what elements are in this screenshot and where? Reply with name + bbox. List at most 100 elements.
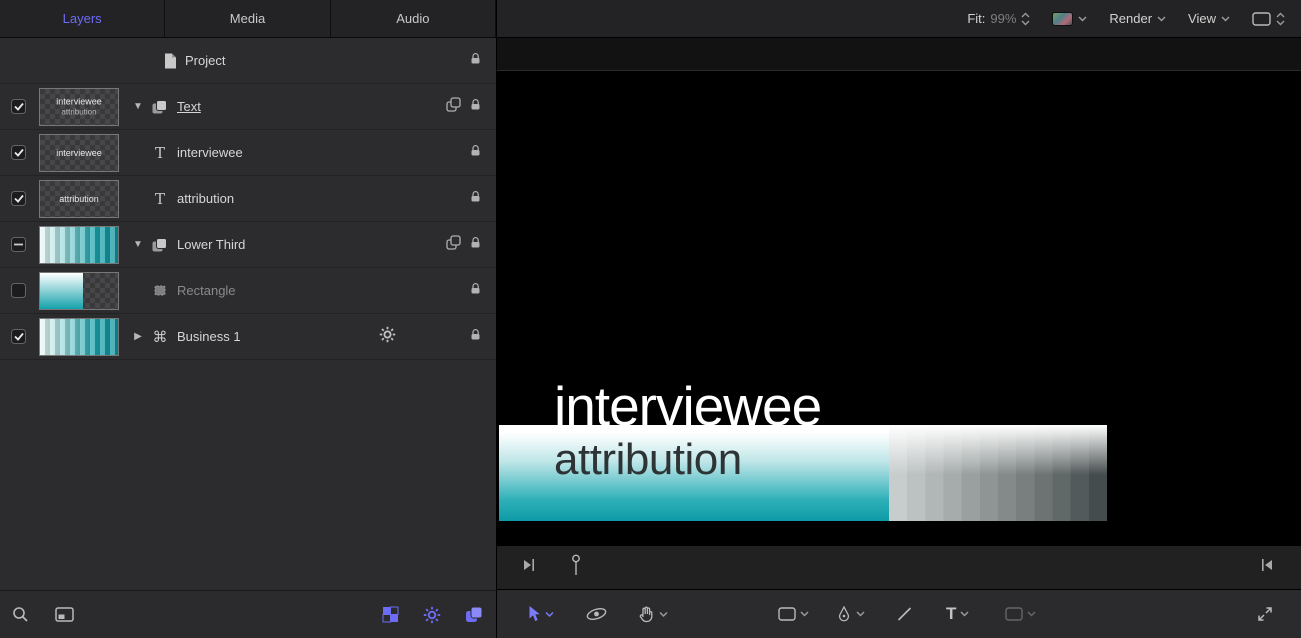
stepper-icon	[1276, 12, 1285, 26]
checkbox-text-group[interactable]	[11, 99, 26, 114]
thumb-text-line1: interviewee	[56, 96, 102, 106]
render-label: Render	[1109, 11, 1152, 26]
channels-swatch-icon	[1052, 12, 1073, 26]
channels-swatch-dropdown[interactable]	[1052, 12, 1087, 26]
group-icon	[151, 100, 169, 114]
row-rectangle[interactable]: ▶ Rectangle	[0, 268, 496, 314]
bezier-tool[interactable]	[836, 606, 865, 622]
thumbnail-interviewee[interactable]: interviewee	[39, 134, 119, 172]
display-layout-control[interactable]	[1252, 12, 1285, 26]
tab-layers[interactable]: Layers	[0, 0, 165, 37]
lock-icon[interactable]	[470, 52, 481, 70]
checkbox-attribution[interactable]	[11, 191, 26, 206]
select-tool[interactable]	[528, 606, 554, 623]
row-attribution[interactable]: attribution ▶ T attribution	[0, 176, 496, 222]
checkbox-rectangle[interactable]	[11, 283, 26, 298]
chevron-down-icon	[1157, 16, 1166, 22]
chevron-down-icon	[545, 611, 554, 617]
checkbox-lower-third[interactable]	[11, 237, 26, 252]
app-window: Layers Media Audio Project	[0, 0, 1301, 638]
project-label: Project	[185, 53, 225, 68]
shape-layer-icon	[151, 284, 169, 297]
thumbnail-business-1[interactable]	[39, 318, 119, 356]
lock-icon[interactable]	[470, 282, 481, 300]
canvas-subtitle-text[interactable]: attribution	[554, 435, 742, 485]
fit-label: Fit:	[967, 11, 985, 26]
thumbnail-view-icon[interactable]	[55, 607, 74, 622]
text-layer-icon: T	[151, 144, 169, 162]
chevron-down-icon	[1027, 611, 1036, 617]
show-layers-pane-icon[interactable]	[465, 606, 484, 623]
orbit-icon	[585, 605, 608, 624]
view-menu[interactable]: View	[1188, 11, 1230, 26]
fit-zoom-control[interactable]: Fit: 99%	[967, 11, 1030, 26]
group-mode-icon[interactable]	[446, 97, 461, 117]
transparency-grid-icon[interactable]	[382, 606, 399, 623]
zoom-value: 99%	[990, 11, 1016, 26]
chevron-down-icon	[659, 611, 668, 617]
lock-icon[interactable]	[470, 144, 481, 162]
lock-icon[interactable]	[470, 190, 481, 208]
display-icon	[1252, 12, 1271, 26]
row-lower-third[interactable]: ▼ Lower Third	[0, 222, 496, 268]
row-interviewee[interactable]: interviewee ▶ T interviewee	[0, 130, 496, 176]
thumb-text: interviewee	[40, 148, 118, 158]
hand-icon	[638, 606, 655, 623]
render-menu[interactable]: Render	[1109, 11, 1166, 26]
text-tool[interactable]: T	[946, 604, 969, 624]
thumb-text-line2: attribution	[61, 107, 96, 116]
chevron-down-icon	[800, 611, 809, 617]
lock-icon[interactable]	[470, 98, 481, 116]
checkbox-business-1[interactable]	[11, 329, 26, 344]
group-mode-icon[interactable]	[446, 235, 461, 255]
expand-arrows-icon	[1257, 606, 1273, 622]
generator-icon: ⌘	[151, 328, 169, 346]
line-tool[interactable]	[897, 607, 912, 622]
shape-style-icon	[1005, 607, 1023, 621]
thumbnail-rectangle[interactable]	[39, 272, 119, 310]
thumbnail-text-group[interactable]: intervieweeattribution	[39, 88, 119, 126]
playhead-marker[interactable]	[571, 554, 581, 581]
pan-tool[interactable]	[638, 606, 668, 623]
tab-media[interactable]: Media	[165, 0, 330, 37]
search-icon[interactable]	[12, 606, 29, 623]
lock-icon[interactable]	[470, 236, 481, 254]
transform-3d-tool[interactable]	[585, 605, 608, 624]
chevron-down-icon	[1078, 16, 1087, 22]
play-range-out-marker[interactable]	[1261, 558, 1273, 577]
layers-list: Project intervieweeattribution ▼ Text	[0, 38, 496, 590]
tab-audio[interactable]: Audio	[331, 0, 496, 37]
view-label: View	[1188, 11, 1216, 26]
text-tool-icon: T	[946, 604, 956, 624]
canvas-viewport[interactable]: interviewee attribution	[497, 38, 1301, 545]
play-range-in-marker[interactable]	[523, 558, 535, 577]
thumbnail-lower-third[interactable]	[39, 226, 119, 264]
viewer-toolbar: Fit: 99% Render View	[497, 0, 1301, 38]
layers-panel: Layers Media Audio Project	[0, 0, 497, 638]
lock-icon[interactable]	[470, 328, 481, 346]
published-parameters-gear-icon[interactable]	[379, 326, 396, 348]
disclosure-closed-icon[interactable]: ▶	[131, 331, 145, 342]
checkbox-interviewee[interactable]	[11, 145, 26, 160]
action-gear-icon[interactable]	[423, 606, 441, 624]
mini-timeline[interactable]	[497, 545, 1301, 590]
disclosure-open-icon[interactable]: ▼	[131, 101, 145, 112]
row-text-group[interactable]: intervieweeattribution ▼ Text	[0, 84, 496, 130]
chevron-down-icon	[960, 611, 969, 617]
layers-panel-footer	[0, 590, 496, 638]
thumbnail-attribution[interactable]: attribution	[39, 180, 119, 218]
line-icon	[897, 607, 912, 622]
shape-style-dropdown[interactable]	[1005, 607, 1036, 621]
layer-label-rectangle: Rectangle	[177, 283, 236, 298]
viewer-area: Fit: 99% Render View inter	[497, 0, 1301, 638]
row-business-1[interactable]: ▶ ⌘ Business 1	[0, 314, 496, 360]
canvas-lower-third-graphic[interactable]: attribution	[499, 425, 1107, 521]
rectangle-tool[interactable]	[778, 607, 809, 621]
expand-view-button[interactable]	[1257, 606, 1273, 622]
thumb-text: attribution	[40, 194, 118, 204]
stepper-icon	[1021, 12, 1030, 26]
disclosure-open-icon[interactable]: ▼	[131, 239, 145, 250]
row-project[interactable]: Project	[0, 38, 496, 84]
arrow-cursor-icon	[528, 606, 541, 623]
canvas-toolbar: T	[497, 590, 1301, 638]
